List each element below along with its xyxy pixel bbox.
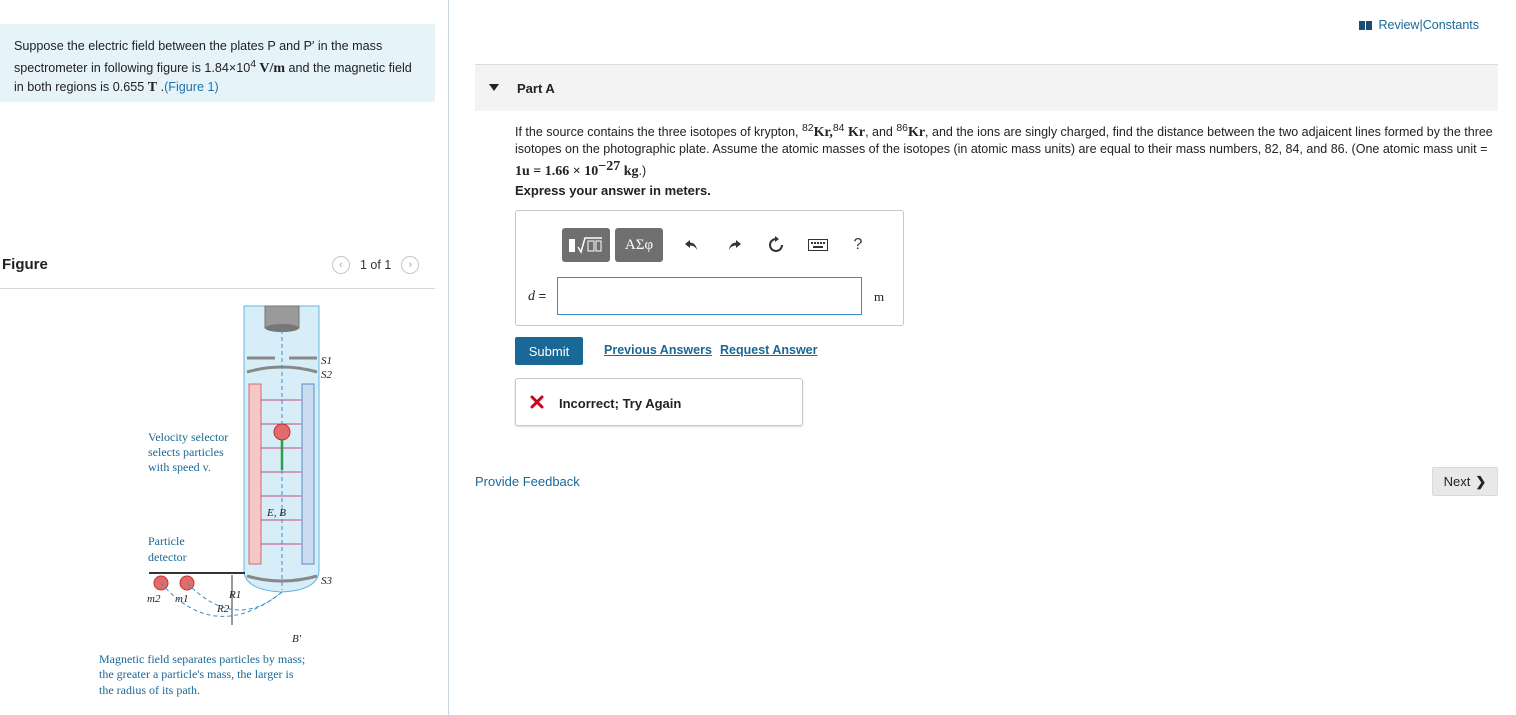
part-a-header[interactable]: Part A: [475, 64, 1498, 111]
pager-count: 1 of 1: [360, 258, 392, 272]
undo-icon: [685, 240, 697, 250]
request-answer-link[interactable]: Request Answer: [720, 343, 817, 357]
constants-link[interactable]: Constants: [1423, 18, 1479, 32]
iso1: Kr: [813, 125, 830, 141]
figure-link[interactable]: (Figure 1): [164, 80, 219, 94]
plate-negative: [301, 383, 315, 565]
label-s3: S3: [321, 575, 333, 587]
iso3: Kr: [907, 125, 926, 141]
label-velocity-2: selects particles: [148, 445, 224, 459]
amu-exponent: −27: [598, 159, 621, 175]
answer-unit: m: [874, 289, 885, 304]
figure-header: Figure ‹ 1 of 1 ›: [0, 252, 435, 289]
question-part-1: If the source contains the three isotope…: [515, 125, 802, 140]
reset-button[interactable]: [761, 230, 791, 260]
answer-box: ΑΣφ ? d = m: [515, 210, 904, 326]
label-detector-2: detector: [148, 550, 187, 564]
caption-3: the radius of its path.: [99, 683, 200, 697]
problem-statement: Suppose the electric field between the p…: [0, 24, 435, 102]
amu-value: 1u = 1.66 × 10: [515, 164, 599, 180]
keyboard-icon: [808, 239, 828, 251]
label-r2: R2: [216, 603, 230, 615]
iso2-mass: 84: [832, 123, 845, 134]
redo-button[interactable]: [719, 230, 749, 260]
variable-d: d: [528, 289, 535, 304]
question-text: If the source contains the three isotope…: [515, 120, 1495, 180]
feedback-box: Incorrect; Try Again: [515, 378, 803, 426]
chevron-right-icon[interactable]: ›: [401, 256, 420, 274]
submit-button[interactable]: Submit: [515, 337, 583, 365]
undo-button[interactable]: [677, 230, 707, 260]
ion-particle: [273, 423, 291, 441]
iso2: Kr: [844, 125, 866, 141]
answer-input[interactable]: [557, 277, 862, 315]
reset-icon: [769, 236, 783, 252]
provide-feedback-link[interactable]: Provide Feedback: [475, 474, 580, 489]
collapse-triangle-icon[interactable]: [489, 84, 499, 91]
redo-icon: [729, 240, 741, 250]
help-icon[interactable]: ?: [843, 230, 873, 260]
caption-2: the greater a particle's mass, the large…: [99, 667, 294, 681]
x-mark-icon: [530, 395, 544, 409]
keyboard-button[interactable]: [803, 230, 833, 260]
and-text: , and: [865, 125, 897, 140]
label-m2: m2: [147, 593, 161, 605]
label-s1: S1: [321, 355, 332, 367]
field-unit: V/m: [256, 61, 286, 77]
chevron-right-bold-icon: ❯: [1475, 473, 1487, 489]
label-s2: S2: [321, 369, 333, 381]
question-part-3: .): [638, 164, 647, 179]
iso3-mass: 86: [896, 123, 908, 134]
review-link[interactable]: Review: [1378, 18, 1419, 32]
label-r1: R1: [228, 589, 241, 601]
chevron-left-icon[interactable]: ‹: [332, 256, 350, 274]
math-toolbar: ΑΣφ ?: [562, 228, 873, 262]
equals-sign: =: [535, 288, 547, 303]
tesla-unit: T: [147, 80, 158, 96]
next-button[interactable]: Next ❯: [1432, 467, 1498, 496]
caption-1: Magnetic field separates particles by ma…: [99, 652, 305, 666]
book-icon: [1359, 20, 1373, 30]
problem-pane: Suppose the electric field between the p…: [0, 0, 449, 715]
mass-spectrometer-figure: S1 S2 S3 E, B Velocity selector selects …: [99, 305, 333, 697]
variable-label: d =: [528, 288, 546, 305]
review-constants: Review | Constants: [1359, 18, 1479, 32]
figure-title: Figure: [2, 256, 48, 273]
figure-pager: ‹ 1 of 1 ›: [332, 256, 420, 274]
label-eb: E, B: [266, 507, 286, 519]
label-velocity-1: Velocity selector: [148, 430, 228, 444]
templates-button[interactable]: [562, 228, 610, 262]
plate-positive: [248, 383, 262, 565]
next-label: Next: [1443, 474, 1471, 489]
matrix-sqrt-icon: [569, 237, 602, 254]
amu-unit: kg: [620, 164, 639, 180]
previous-answers-link[interactable]: Previous Answers: [604, 343, 712, 357]
label-detector-1: Particle: [148, 534, 185, 548]
label-bprime: B′: [292, 633, 302, 645]
iso1-mass: 82: [801, 123, 814, 134]
express-instruction: Express your answer in meters.: [515, 183, 711, 198]
feedback-status: Incorrect; Try Again: [559, 396, 682, 411]
label-velocity-3: with speed v.: [148, 460, 211, 474]
part-title: Part A: [517, 81, 555, 96]
greek-button[interactable]: ΑΣφ: [615, 228, 663, 262]
